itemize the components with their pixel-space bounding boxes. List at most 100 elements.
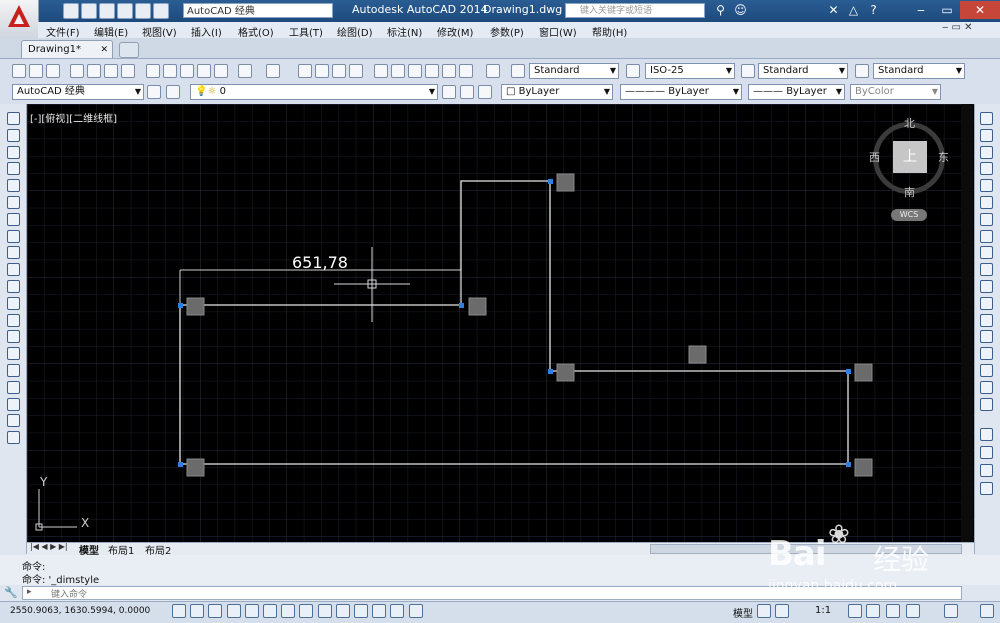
move-icon[interactable] — [980, 196, 993, 209]
menu-view[interactable]: 视图(V) — [142, 24, 177, 39]
quick-view-drawings-icon[interactable] — [775, 604, 789, 618]
copy-icon[interactable] — [163, 64, 177, 78]
ellipse-icon[interactable] — [7, 263, 20, 277]
lineweight-select[interactable]: ——— ByLayer ▼ — [748, 84, 845, 100]
scale-list-icon[interactable] — [980, 482, 993, 495]
command-input[interactable]: 键入命令 — [51, 587, 87, 600]
match-properties-icon[interactable] — [197, 64, 211, 78]
undo-icon[interactable] — [135, 3, 151, 19]
xline-icon[interactable] — [7, 128, 20, 142]
application-menu-button[interactable] — [0, 0, 39, 39]
color-select[interactable]: □ ByLayer ▼ — [501, 84, 613, 100]
arc-icon[interactable] — [7, 196, 20, 209]
new-icon[interactable] — [63, 3, 79, 19]
menu-tools[interactable]: 工具(T) — [289, 24, 323, 39]
grid-display-icon[interactable] — [208, 604, 223, 618]
scale-icon[interactable] — [980, 229, 993, 243]
spline-icon[interactable] — [7, 246, 20, 260]
print-icon[interactable] — [70, 64, 84, 78]
rotate-icon[interactable] — [980, 212, 993, 226]
chamfer-icon[interactable] — [980, 347, 993, 361]
markup-icon[interactable] — [442, 64, 456, 78]
compass-south[interactable]: 南 — [904, 184, 915, 200]
tool-palettes-icon[interactable] — [408, 64, 422, 78]
infer-constraints-icon[interactable] — [172, 604, 186, 618]
pline-icon[interactable] — [7, 145, 20, 159]
save-icon[interactable] — [99, 3, 115, 19]
grip-point[interactable] — [178, 462, 183, 467]
snap-mode-icon[interactable] — [190, 604, 205, 618]
textstyle-icon[interactable] — [511, 64, 525, 78]
tablestyle-icon[interactable] — [741, 64, 755, 78]
quickcalc-icon[interactable] — [459, 64, 473, 78]
make-current-layer-icon[interactable] — [442, 85, 456, 99]
ducs-icon[interactable] — [317, 604, 332, 618]
grip-point[interactable] — [459, 303, 464, 308]
dynamic-input-value[interactable]: 651,78 — [292, 253, 348, 272]
user-icon[interactable]: ☺ — [733, 3, 748, 18]
pan-icon[interactable] — [298, 64, 312, 78]
plotstyle-select[interactable]: ByColor ▼ — [850, 84, 941, 100]
draworder-icon[interactable] — [980, 428, 993, 441]
wcs-menu-button[interactable]: WCS — [891, 209, 927, 221]
linetype-select[interactable]: ———— ByLayer ▼ — [620, 84, 742, 100]
close-button[interactable]: ✕ — [960, 1, 1000, 19]
tab-drawing1[interactable]: Drawing1* ✕ — [21, 40, 113, 58]
qnew-icon[interactable] — [12, 64, 26, 78]
transparency-icon[interactable] — [372, 604, 387, 618]
menu-edit[interactable]: 编辑(E) — [94, 24, 128, 39]
mtext-icon[interactable] — [7, 414, 20, 428]
menu-format[interactable]: 格式(O) — [238, 24, 274, 39]
mleaderstyle-icon[interactable] — [855, 64, 869, 78]
help-icon[interactable] — [486, 64, 500, 78]
trim-icon[interactable] — [980, 263, 993, 277]
ortho-mode-icon[interactable] — [226, 604, 241, 618]
block-editor-icon[interactable] — [214, 64, 228, 78]
stretch-icon[interactable] — [980, 246, 993, 260]
join-icon[interactable] — [980, 330, 993, 344]
menu-dimension[interactable]: 标注(N) — [387, 24, 422, 39]
polar-tracking-icon[interactable] — [244, 604, 259, 618]
osnap-icon[interactable] — [263, 604, 277, 618]
layout-nav-arrows[interactable]: |◀ ◀ ▶ ▶| — [30, 542, 68, 551]
workspace-combo[interactable]: AutoCAD 经典 ▼ — [12, 84, 144, 100]
3d-print-icon[interactable] — [121, 64, 135, 78]
array-icon[interactable] — [980, 179, 993, 193]
help-icon[interactable]: ? — [866, 3, 881, 18]
line-icon[interactable] — [7, 112, 20, 125]
minimize-button[interactable]: ‒ — [908, 1, 934, 19]
erase-icon[interactable] — [980, 112, 993, 125]
compass-north[interactable]: 北 — [904, 115, 915, 131]
new-tab-button[interactable] — [119, 42, 139, 58]
break-at-point-icon[interactable] — [980, 296, 993, 310]
selection-cycling-icon[interactable] — [408, 604, 423, 618]
workspace-settings-icon[interactable] — [147, 85, 161, 99]
make-block-icon[interactable] — [7, 313, 20, 327]
rectangle-icon[interactable] — [7, 179, 20, 193]
add-selected-icon[interactable] — [7, 431, 20, 445]
extend-icon[interactable] — [980, 280, 993, 293]
sheet-set-icon[interactable] — [425, 64, 439, 78]
workspace-switch-icon[interactable] — [886, 604, 900, 618]
lineweight-icon[interactable] — [354, 604, 368, 618]
break-icon[interactable] — [980, 313, 993, 327]
lock-icon[interactable] — [906, 604, 920, 618]
region-icon[interactable] — [7, 380, 20, 394]
paste-icon[interactable] — [180, 64, 194, 78]
compass-west[interactable]: 西 — [869, 149, 880, 165]
quick-properties-icon[interactable] — [390, 604, 405, 618]
undo-icon[interactable] — [238, 64, 252, 78]
redo-icon[interactable] — [266, 64, 280, 78]
wrench-icon[interactable]: 🔧 — [4, 586, 18, 599]
gradient-icon[interactable] — [7, 364, 20, 377]
dim-style-select[interactable]: ISO-25 ▼ — [645, 63, 735, 79]
design-center-icon[interactable] — [391, 64, 405, 78]
layer-properties-icon[interactable] — [166, 85, 180, 99]
zoom-realtime-icon[interactable] — [315, 64, 329, 78]
grip-point[interactable] — [846, 462, 851, 467]
copy-object-icon[interactable] — [980, 128, 993, 142]
menu-modify[interactable]: 修改(M) — [437, 24, 473, 39]
menu-file[interactable]: 文件(F) — [46, 24, 80, 39]
zoom-window-icon[interactable] — [332, 64, 346, 78]
exchange-icon[interactable]: ✕ — [826, 3, 841, 18]
